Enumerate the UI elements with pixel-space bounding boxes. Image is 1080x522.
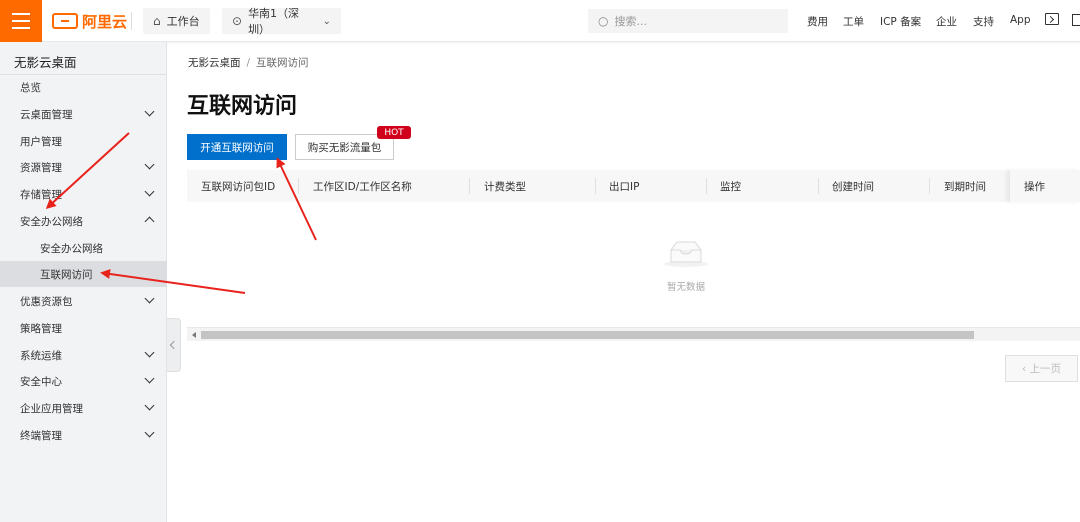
- top-bar: 阿里云 ⌂ 工作台 ⊙ 华南1（深圳） ⌄ ○ 搜索... 费用 工单 ICP …: [0, 0, 1080, 42]
- scrollbar-thumb[interactable]: [201, 331, 974, 339]
- sidebar-item-resource-management[interactable]: 资源管理: [0, 154, 167, 180]
- breadcrumb: 无影云桌面 / 互联网访问: [188, 55, 309, 70]
- sidebar-item-label: 用户管理: [20, 135, 62, 148]
- breadcrumb-current: 互联网访问: [256, 57, 309, 69]
- sidebar-item-label: 企业应用管理: [20, 402, 83, 415]
- sidebar-item-label: 存储管理: [20, 188, 62, 201]
- table-header: 互联网访问包ID 工作区ID/工作区名称 计费类型 出口IP 监控 创建时间 到…: [187, 170, 1080, 202]
- breadcrumb-separator: /: [246, 57, 251, 69]
- column-divider: [595, 178, 596, 194]
- sidebar-item-label: 终端管理: [20, 429, 62, 442]
- empty-box-icon: [664, 241, 708, 267]
- column-header-package-id: 互联网访问包ID: [201, 181, 276, 193]
- location-pin-icon: ⊙: [232, 14, 243, 28]
- sidebar-item-label: 安全办公网络: [40, 242, 103, 255]
- column-header-actions: 操作: [1024, 181, 1045, 193]
- horizontal-scrollbar[interactable]: [187, 327, 1080, 341]
- search-placeholder: 搜索...: [614, 15, 647, 28]
- sidebar-item-label: 系统运维: [20, 349, 62, 362]
- column-divider: [706, 178, 707, 194]
- chevron-up-icon: [144, 216, 155, 227]
- region-selector[interactable]: ⊙ 华南1（深圳） ⌄: [222, 7, 341, 36]
- empty-state-text: 暂无数据: [667, 282, 706, 293]
- enable-internet-access-button[interactable]: 开通互联网访问: [187, 134, 287, 160]
- nav-link-support[interactable]: 支持: [973, 14, 994, 29]
- chevron-down-icon: [144, 159, 155, 170]
- workbench-button[interactable]: ⌂ 工作台: [143, 8, 210, 34]
- column-header-billing-type: 计费类型: [484, 181, 526, 193]
- sidebar-item-label: 总览: [20, 81, 41, 94]
- sidebar-item-label: 安全办公网络: [20, 215, 83, 228]
- chevron-down-icon: [144, 347, 155, 358]
- column-divider: [818, 178, 819, 194]
- nav-link-billing[interactable]: 费用: [807, 14, 828, 29]
- workbench-label: 工作台: [166, 15, 200, 28]
- scroll-left-arrow-icon[interactable]: [192, 332, 196, 338]
- sidebar-item-label: 安全中心: [20, 375, 62, 388]
- sidebar: 无影云桌面 总览 云桌面管理 用户管理 资源管理 存储管理 安全办公网络 安全办…: [0, 42, 167, 522]
- search-input[interactable]: ○ 搜索...: [588, 9, 788, 33]
- sidebar-item-label: 策略管理: [20, 322, 62, 335]
- column-divider: [929, 178, 930, 194]
- chevron-down-icon: [144, 106, 155, 117]
- divider: [131, 12, 132, 30]
- chevron-down-icon: [144, 400, 155, 411]
- sidebar-item-discount-packages[interactable]: 优惠资源包: [0, 288, 167, 314]
- nav-link-icp[interactable]: ICP 备案: [880, 14, 921, 29]
- fixed-column-header: 操作: [1009, 170, 1080, 202]
- sidebar-item-desktop-management[interactable]: 云桌面管理: [0, 101, 167, 127]
- sidebar-item-label: 资源管理: [20, 161, 62, 174]
- sidebar-item-label: 云桌面管理: [20, 108, 73, 121]
- sidebar-item-security-center[interactable]: 安全中心: [0, 368, 167, 394]
- sidebar-collapse-button[interactable]: [167, 318, 181, 372]
- sidebar-item-storage-management[interactable]: 存储管理: [0, 181, 167, 207]
- column-header-expire-time: 到期时间: [944, 181, 986, 193]
- home-icon: ⌂: [153, 14, 161, 28]
- nav-link-enterprise[interactable]: 企业: [936, 14, 957, 29]
- terminal-icon[interactable]: [1045, 13, 1059, 25]
- page-title: 互联网访问: [187, 94, 298, 119]
- column-header-monitoring: 监控: [720, 181, 741, 193]
- aliyun-logo[interactable]: 阿里云: [52, 10, 127, 32]
- sidebar-item-label: 优惠资源包: [20, 295, 73, 308]
- sidebar-title: 无影云桌面: [14, 55, 77, 70]
- sidebar-item-policy-management[interactable]: 策略管理: [0, 315, 167, 341]
- hamburger-menu-button[interactable]: [0, 0, 42, 42]
- column-divider: [298, 178, 299, 194]
- column-header-workspace: 工作区ID/工作区名称: [313, 181, 412, 193]
- sidebar-item-user-management[interactable]: 用户管理: [0, 128, 167, 154]
- prev-page-button[interactable]: ‹ 上一页: [1005, 355, 1078, 382]
- search-icon: ○: [598, 14, 609, 28]
- chevron-down-icon: [144, 427, 155, 438]
- chevron-down-icon: [144, 373, 155, 384]
- nav-link-app[interactable]: App: [1010, 14, 1031, 26]
- sidebar-item-overview[interactable]: 总览: [0, 74, 167, 100]
- chevron-down-icon: [144, 186, 155, 197]
- sidebar-subitem-secure-office-network[interactable]: 安全办公网络: [0, 235, 167, 261]
- logo-text: 阿里云: [82, 12, 128, 31]
- column-header-created-time: 创建时间: [832, 181, 874, 193]
- sidebar-item-label: 互联网访问: [40, 268, 93, 281]
- avatar-icon[interactable]: [1072, 14, 1080, 26]
- region-label: 华南1（深圳）: [248, 7, 300, 36]
- hot-badge: HOT: [377, 126, 411, 139]
- aliyun-logo-icon: [52, 13, 78, 29]
- sidebar-item-terminal-management[interactable]: 终端管理: [0, 422, 167, 448]
- chevron-down-icon: [144, 293, 155, 304]
- breadcrumb-root-link[interactable]: 无影云桌面: [188, 57, 241, 69]
- chevron-down-icon: ⌄: [322, 15, 331, 27]
- sidebar-item-enterprise-apps[interactable]: 企业应用管理: [0, 395, 167, 421]
- sidebar-item-secure-office-network[interactable]: 安全办公网络: [0, 208, 167, 234]
- column-divider: [469, 178, 470, 194]
- sidebar-subitem-internet-access[interactable]: 互联网访问: [0, 261, 167, 287]
- sidebar-item-system-ops[interactable]: 系统运维: [0, 342, 167, 368]
- nav-link-tickets[interactable]: 工单: [843, 14, 864, 29]
- column-header-egress-ip: 出口IP: [609, 181, 640, 193]
